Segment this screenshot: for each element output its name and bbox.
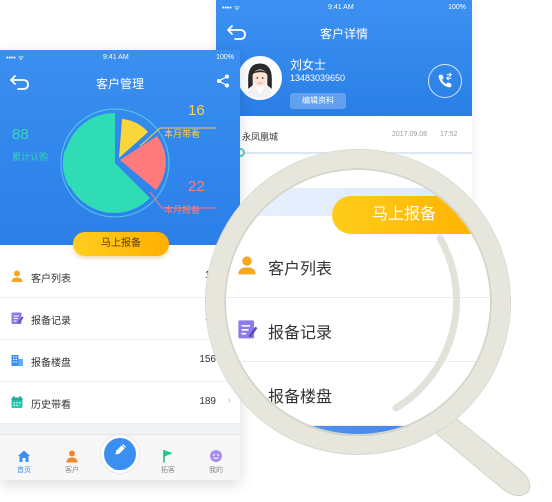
magnifier-glare [392, 234, 461, 412]
